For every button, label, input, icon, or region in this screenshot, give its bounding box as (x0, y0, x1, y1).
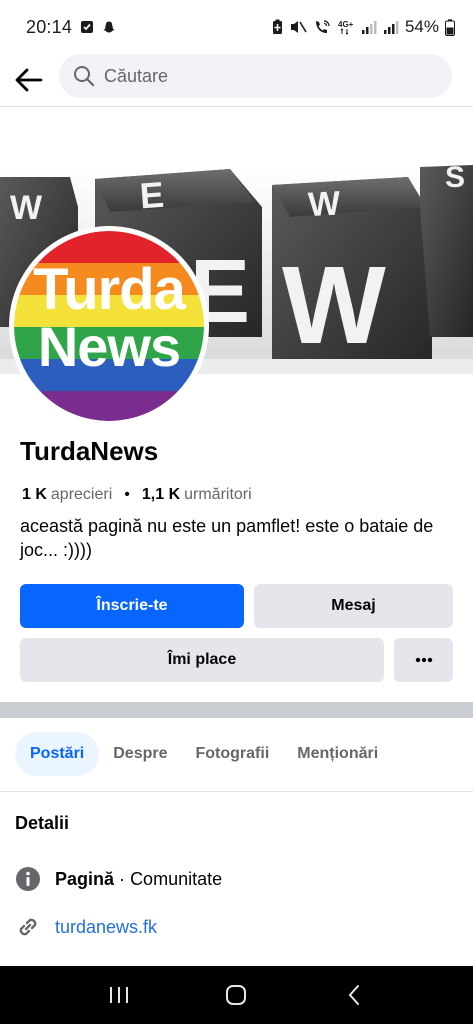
details-heading: Detalii (15, 813, 70, 833)
status-left: 20:14 (26, 17, 116, 38)
cover-letter-3b: W (282, 244, 386, 367)
profile-picture[interactable]: Turda News (9, 226, 209, 426)
search-input[interactable]: Căutare (59, 54, 452, 98)
logo-line-1: Turda (33, 257, 187, 322)
link-icon (19, 918, 37, 936)
checkbox-notification-icon (81, 21, 94, 33)
likes-count: 1 K (22, 486, 47, 503)
status-bar: 20:14 4G+ 54% (0, 0, 473, 54)
website-link[interactable]: turdanews.fk (55, 917, 157, 938)
detail-website: turdanews.fk (15, 914, 157, 940)
search-placeholder: Căutare (104, 65, 169, 86)
search-icon (74, 66, 95, 87)
status-time: 20:14 (26, 16, 73, 37)
battery-icon (445, 18, 455, 36)
detail-page-type: Pagină · Comunitate (15, 866, 222, 892)
page-title: TurdaNews (20, 436, 159, 466)
followers-count: 1,1 K (141, 486, 181, 503)
network-4g-icon: 4G+ (338, 20, 354, 35)
back-nav-button[interactable] (324, 966, 384, 1024)
detail-type-separator: · (119, 868, 126, 889)
detail-type-value: Comunitate (130, 868, 223, 889)
profile-tabs: Postări Despre Fotografii Menționări (0, 732, 473, 776)
cover-letter-1: W (10, 189, 43, 227)
chevron-left-icon (348, 985, 360, 1005)
search-header: Căutare (0, 54, 473, 106)
more-dots-icon (415, 657, 432, 663)
cover-letter-4: S (445, 161, 465, 194)
battery-saver-icon (272, 19, 282, 34)
mute-icon (290, 21, 307, 33)
home-button[interactable] (206, 966, 266, 1024)
tabs-divider (0, 791, 473, 792)
page-stats: 1 K aprecieri • 1,1 K urmăritori (22, 486, 252, 504)
tab-posts[interactable]: Postări (15, 732, 100, 776)
wifi-call-icon (315, 20, 330, 33)
stats-separator: • (124, 486, 130, 503)
arrow-left-icon (15, 68, 43, 92)
recent-apps-icon (109, 987, 128, 1003)
cover-letter-2: E (138, 174, 165, 217)
message-button[interactable]: Mesaj (254, 584, 453, 628)
system-nav-bar (0, 966, 473, 1024)
back-button[interactable] (0, 54, 58, 106)
likes-label: aprecieri (50, 486, 113, 503)
page-bio: această pagină nu este un pamflet! este … (20, 516, 434, 560)
join-button[interactable]: Înscrie-te (20, 584, 244, 628)
recent-apps-button[interactable] (89, 966, 149, 1024)
section-divider (0, 702, 473, 718)
signal-icon-2 (383, 21, 399, 34)
tab-mentions[interactable]: Menționări (283, 732, 392, 776)
followers-label: urmăritori (184, 486, 252, 503)
logo-line-2: News (38, 315, 180, 378)
network-label: 4G+ (338, 20, 354, 29)
tab-about[interactable]: Despre (99, 732, 181, 776)
rainbow-logo: Turda News (14, 231, 204, 421)
snapchat-notification-icon (103, 21, 115, 33)
status-right: 4G+ 54% (272, 17, 455, 37)
info-icon (16, 867, 40, 891)
battery-percent: 54% (404, 17, 439, 36)
tab-photos[interactable]: Fotografii (182, 732, 284, 776)
signal-icon-1 (361, 21, 377, 34)
home-icon (226, 985, 247, 1005)
like-button[interactable]: Îmi place (20, 638, 384, 682)
more-options-button[interactable] (394, 638, 453, 682)
cover-letter-3: W (307, 184, 342, 224)
detail-type-label: Pagină (55, 868, 115, 889)
